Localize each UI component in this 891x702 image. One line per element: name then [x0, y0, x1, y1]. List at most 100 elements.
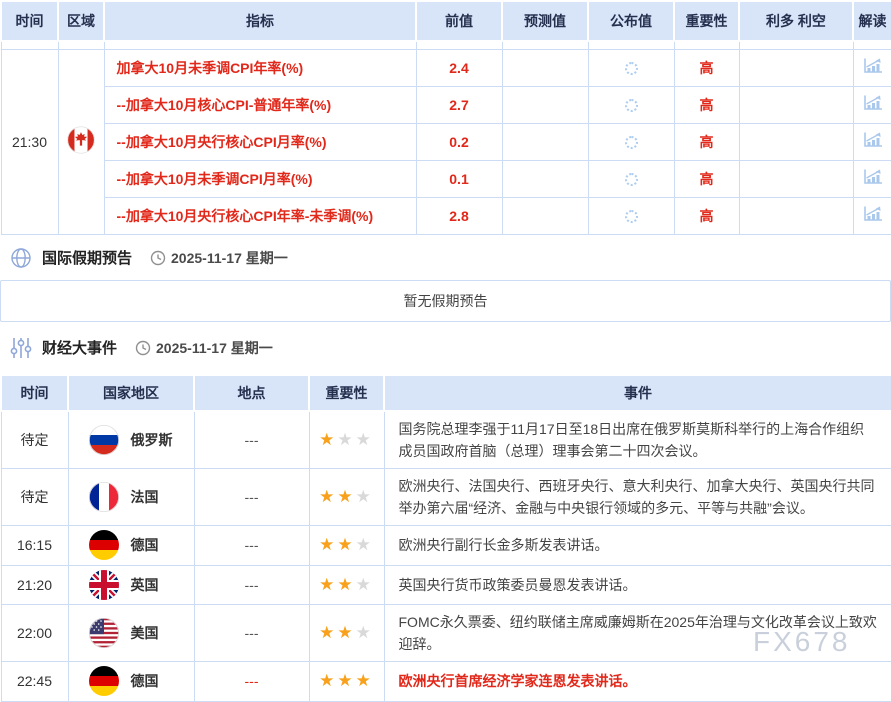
previous-value: 2.4 [416, 49, 502, 86]
country-label: 英国 [131, 575, 159, 595]
event-description: 国务院总理李强于11月17日至18日出席在俄罗斯莫斯科举行的上海合作组织成员国政… [384, 411, 891, 469]
no-holiday-message: 暂无假期预告 [404, 291, 488, 311]
star-filled-icon: ★ [319, 430, 337, 449]
economic-data-table: 时间 区域 指标 前值 预测值 公布值 重要性 利多 利空 解读 21:30 [0, 0, 891, 235]
event-row: 21:20 英国 --- ★★★ 英国央行货币政策委员曼恩发表讲话。 [1, 565, 891, 604]
chart-icon[interactable] [862, 94, 884, 112]
country-label: 德国 [131, 671, 159, 691]
importance-stars: ★★★ [309, 525, 384, 565]
published-value [588, 86, 674, 123]
indicator-cell: --加拿大10月央行核心CPI年率-未季调(%) [104, 197, 416, 234]
interpret-cell [853, 197, 891, 234]
events-header-row: 时间 国家地区 地点 重要性 事件 [1, 375, 891, 411]
bias-value [739, 123, 853, 160]
indicator-link[interactable]: --加拿大10月未季调CPI月率(%) [117, 171, 313, 187]
econ-row: --加拿大10月央行核心CPI月率(%) 0.2 高 [1, 123, 891, 160]
col-time: 时间 [1, 1, 58, 41]
bias-value [739, 197, 853, 234]
loading-spinner-icon [625, 99, 638, 112]
col-forecast: 预测值 [502, 1, 588, 41]
chart-icon[interactable] [862, 205, 884, 223]
event-time: 21:20 [1, 565, 68, 604]
country-cell: 俄罗斯 [68, 411, 194, 469]
no-holiday-box: 暂无假期预告 [0, 280, 891, 322]
col-bias: 利多 利空 [739, 1, 853, 41]
interpret-cell [853, 123, 891, 160]
event-time: 待定 [1, 411, 68, 469]
chart-icon[interactable] [862, 131, 884, 149]
loading-spinner-icon [625, 62, 638, 75]
flag-usa-icon [89, 618, 119, 648]
event-row: 待定 俄罗斯 --- ★★★ 国务院总理李强于11月17日至18日出席在俄罗斯莫… [1, 411, 891, 469]
importance-stars: ★★★ [309, 604, 384, 661]
event-location: --- [194, 565, 309, 604]
country-label: 法国 [131, 487, 159, 507]
sliders-icon [8, 336, 34, 360]
country-cell: 美国 [68, 604, 194, 661]
star-filled-icon: ★ [337, 487, 355, 506]
importance-value: 高 [674, 160, 739, 197]
importance-stars: ★★★ [309, 661, 384, 701]
econ-row: --加拿大10月核心CPI-普通年率(%) 2.7 高 [1, 86, 891, 123]
interpret-cell [853, 49, 891, 86]
bias-value [739, 160, 853, 197]
importance-value: 高 [674, 197, 739, 234]
indicator-link[interactable]: --加拿大10月央行核心CPI月率(%) [117, 134, 327, 150]
star-filled-icon: ★ [319, 487, 337, 506]
star-filled-icon: ★ [356, 671, 374, 690]
col-event: 事件 [384, 375, 891, 411]
importance-value: 高 [674, 123, 739, 160]
partial-row [1, 41, 891, 49]
econ-row: 21:30 加拿大10月未季调CPI年率(%) 2.4 高 [1, 49, 891, 86]
event-time: 待定 [1, 468, 68, 525]
country-cell: 法国 [68, 468, 194, 525]
events-table: 时间 国家地区 地点 重要性 事件 待定 俄罗斯 --- ★★★ 国务院总理李强… [0, 374, 891, 702]
time-cell: 21:30 [1, 49, 58, 234]
events-date-text: 2025-11-17 星期一 [156, 338, 273, 358]
event-row: 22:00 [1, 604, 891, 661]
holiday-section-title: 国际假期预告 [42, 247, 132, 268]
star-empty-icon: ★ [356, 535, 374, 554]
bias-value [739, 86, 853, 123]
indicator-cell: --加拿大10月核心CPI-普通年率(%) [104, 86, 416, 123]
event-location: --- [194, 525, 309, 565]
importance-value: 高 [674, 86, 739, 123]
col-location: 地点 [194, 375, 309, 411]
loading-spinner-icon [625, 210, 638, 223]
flag-russia-icon [89, 425, 119, 455]
event-row: 16:15 德国 --- ★★★ 欧洲央行副行长金多斯发表讲话。 [1, 525, 891, 565]
event-description: FOMC永久票委、纽约联储主席威廉姆斯在2025年治理与文化改革会议上致欢迎辞。 [384, 604, 891, 661]
event-description: 欧洲央行首席经济学家连恩发表讲话。 [384, 661, 891, 701]
col-time: 时间 [1, 375, 68, 411]
events-section-title: 财经大事件 [42, 337, 117, 358]
star-empty-icon: ★ [356, 430, 374, 449]
col-published: 公布值 [588, 1, 674, 41]
indicator-link[interactable]: --加拿大10月央行核心CPI年率-未季调(%) [117, 208, 374, 224]
event-location: --- [194, 604, 309, 661]
star-empty-icon: ★ [337, 430, 355, 449]
holiday-date-text: 2025-11-17 星期一 [171, 248, 288, 268]
chart-icon[interactable] [862, 168, 884, 186]
event-time: 22:45 [1, 661, 68, 701]
region-cell [58, 49, 104, 234]
star-filled-icon: ★ [337, 535, 355, 554]
star-filled-icon: ★ [337, 575, 355, 594]
country-cell: 德国 [68, 661, 194, 701]
chart-icon[interactable] [862, 57, 884, 75]
forecast-value [502, 86, 588, 123]
indicator-link[interactable]: --加拿大10月核心CPI-普通年率(%) [117, 97, 332, 113]
event-time: 16:15 [1, 525, 68, 565]
importance-stars: ★★★ [309, 411, 384, 469]
event-description: 英国央行货币政策委员曼恩发表讲话。 [384, 565, 891, 604]
col-interpret: 解读 [853, 1, 891, 41]
forecast-value [502, 123, 588, 160]
published-value [588, 49, 674, 86]
flag-germany-icon [89, 666, 119, 696]
published-value [588, 123, 674, 160]
indicator-link[interactable]: 加拿大10月未季调CPI年率(%) [117, 60, 304, 76]
importance-value: 高 [674, 49, 739, 86]
forecast-value [502, 160, 588, 197]
event-description: 欧洲央行、法国央行、西班牙央行、意大利央行、加拿大央行、英国央行共同举办第六届“… [384, 468, 891, 525]
flag-germany-icon [89, 530, 119, 560]
indicator-cell: --加拿大10月未季调CPI月率(%) [104, 160, 416, 197]
